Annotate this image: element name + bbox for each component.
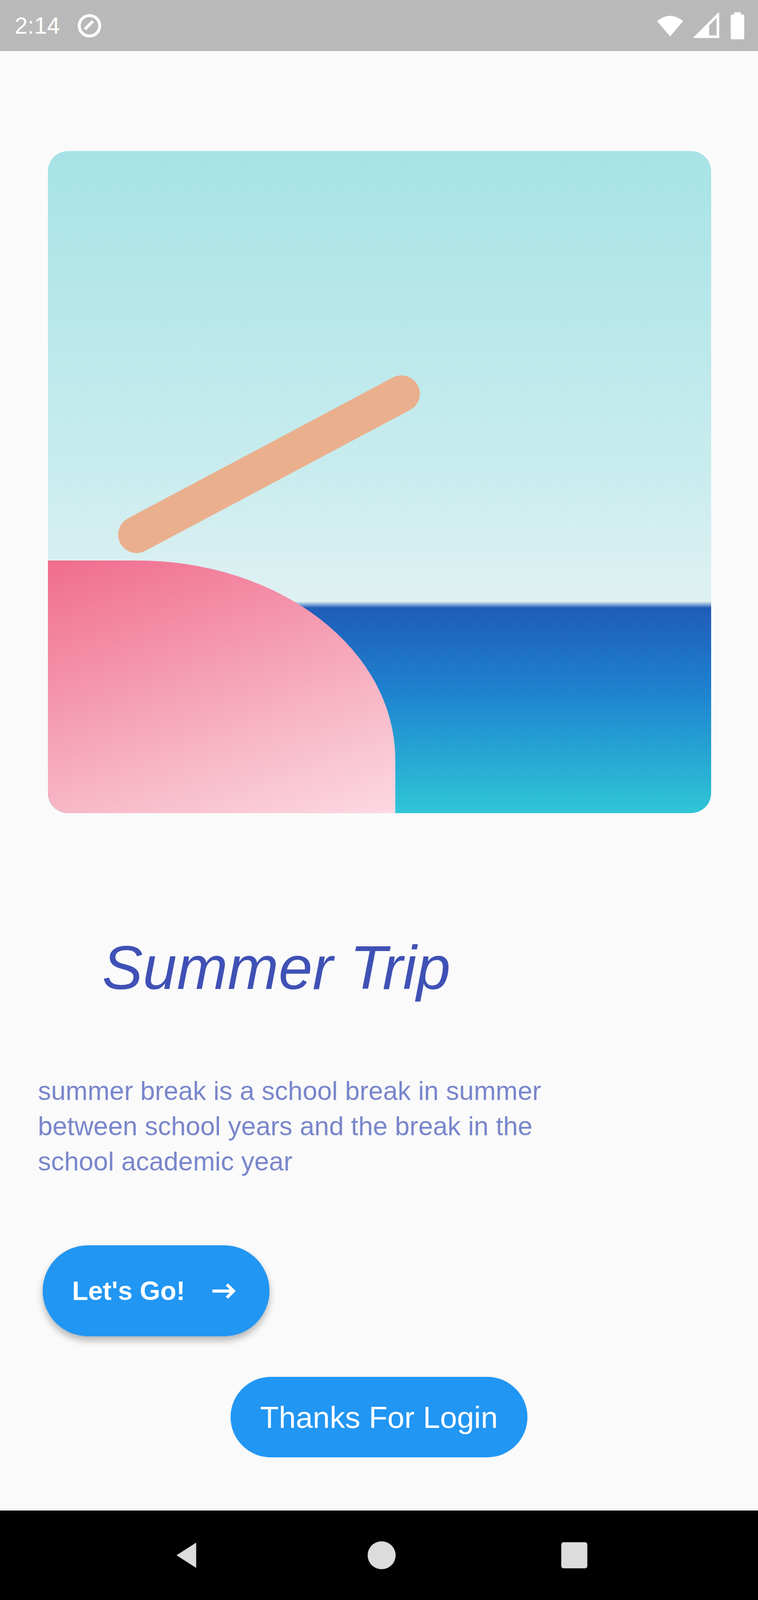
card-title: Summer Trip <box>102 931 758 1005</box>
card-description: summer break is a school break in summer… <box>37 1073 607 1180</box>
home-icon[interactable] <box>366 1540 397 1571</box>
lets-go-button[interactable]: Let's Go! <box>42 1245 270 1337</box>
arrow-right-icon <box>208 1275 241 1308</box>
status-bar: 2:14 <box>0 0 758 52</box>
back-icon[interactable] <box>169 1538 204 1573</box>
sync-icon <box>75 12 104 40</box>
button-label: Let's Go! <box>72 1275 186 1307</box>
beach-photo <box>47 151 712 814</box>
signal-icon <box>693 12 721 39</box>
button-row: Thanks For Login <box>0 1377 758 1458</box>
battery-icon <box>729 12 746 40</box>
photo-legs <box>111 368 427 560</box>
nav-bar <box>0 1510 758 1600</box>
status-time: 2:14 <box>14 12 61 39</box>
recents-icon[interactable] <box>560 1541 589 1570</box>
status-left: 2:14 <box>14 12 104 40</box>
thanks-button[interactable]: Thanks For Login <box>230 1377 527 1458</box>
screen: 2:14 Summer Trip summer break is a school … <box>0 0 758 1600</box>
status-right <box>655 11 746 41</box>
content: Summer Trip summer break is a school brea… <box>0 51 758 1511</box>
photo-car <box>47 560 396 814</box>
wifi-icon <box>655 11 685 41</box>
